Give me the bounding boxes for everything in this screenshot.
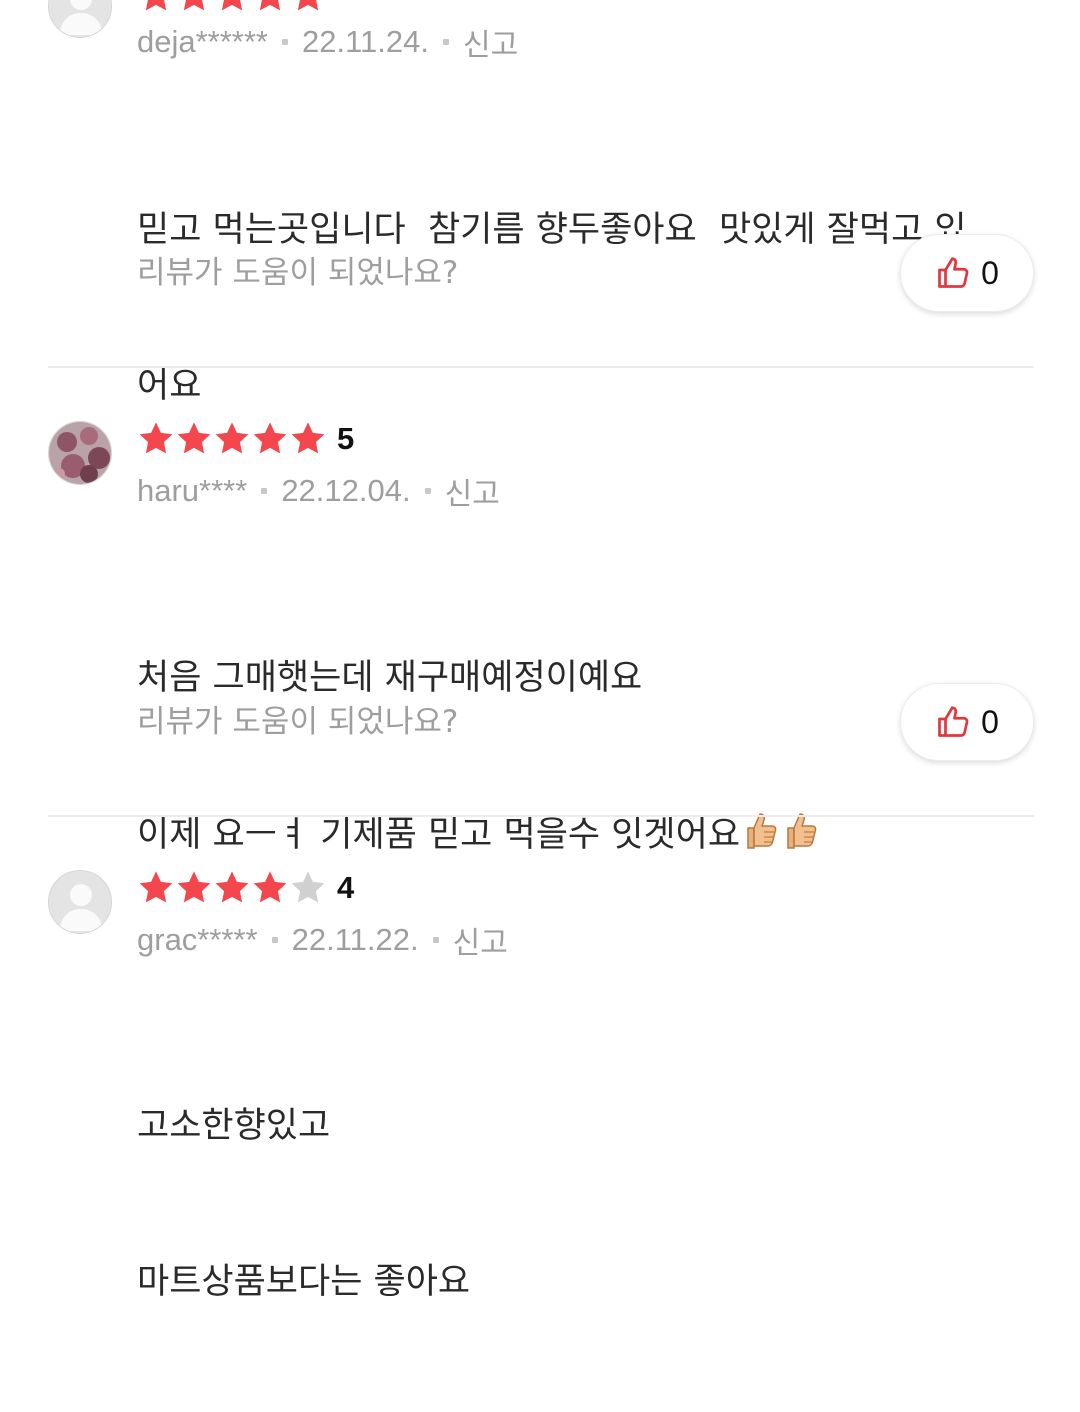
rating-score: 4 bbox=[337, 870, 355, 905]
like-button[interactable]: 0 bbox=[900, 683, 1034, 761]
review-meta: deja****** 22.11.24. 신고 bbox=[137, 20, 518, 64]
star-rating: 5 bbox=[137, 417, 354, 461]
like-button[interactable]: 0 bbox=[900, 234, 1034, 312]
star-filled-icon bbox=[259, 0, 281, 11]
default-avatar-icon bbox=[49, 0, 111, 37]
default-avatar-icon bbox=[49, 871, 111, 933]
star-rating bbox=[137, 0, 327, 18]
like-count: 0 bbox=[981, 254, 999, 291]
star-rating: 4 bbox=[137, 866, 354, 910]
helpful-question: 리뷰가 도움이 되었나요? bbox=[137, 704, 459, 740]
separator-dot bbox=[442, 39, 449, 45]
reviewer-name: haru**** bbox=[137, 473, 248, 508]
star-filled-icon bbox=[215, 422, 249, 454]
rating-score: 5 bbox=[337, 421, 355, 456]
star-filled-icon bbox=[253, 871, 287, 903]
star-empty-icon bbox=[291, 871, 325, 903]
star-filled-icon bbox=[139, 422, 173, 454]
reviewer-name: grac***** bbox=[137, 922, 258, 957]
review-text-line: 고소한향있고 bbox=[137, 1106, 331, 1146]
report-link[interactable]: 신고 bbox=[445, 469, 500, 513]
divider bbox=[48, 366, 1034, 368]
star-filled-icon bbox=[221, 0, 243, 11]
star-filled-icon bbox=[139, 871, 173, 903]
reviewer-name: deja****** bbox=[137, 24, 268, 59]
star-filled-icon bbox=[253, 422, 287, 454]
helpful-question: 리뷰가 도움이 되었나요? bbox=[137, 255, 459, 291]
star-filled-icon bbox=[145, 0, 167, 11]
review-text-line: 믿고 먹는곳입니다 참기름 향두좋아요 맛있게 잘먹고 있 bbox=[137, 210, 967, 250]
review-text-line-content: 이제 요ㅡㅕ 기제품 믿고 먹을수 잇겟어요 bbox=[137, 815, 741, 855]
review-date: 22.12.04. bbox=[281, 473, 411, 508]
star-filled-icon bbox=[291, 422, 325, 454]
review-text-line: 처음 그매햇는데 재구매예정이예요 bbox=[137, 658, 643, 698]
avatar bbox=[48, 0, 112, 38]
report-link[interactable]: 신고 bbox=[453, 918, 508, 962]
star-filled-icon bbox=[177, 422, 211, 454]
review-meta: haru**** 22.12.04. 신고 bbox=[137, 469, 500, 513]
report-link[interactable]: 신고 bbox=[463, 20, 518, 64]
star-filled-icon bbox=[177, 871, 211, 903]
thumbs-up-icon bbox=[938, 706, 969, 737]
separator-dot bbox=[424, 488, 431, 494]
separator-dot bbox=[261, 488, 268, 494]
divider bbox=[48, 815, 1034, 817]
user-photo-avatar bbox=[49, 422, 111, 484]
avatar bbox=[48, 870, 112, 934]
review-date: 22.11.22. bbox=[291, 922, 419, 957]
star-filled-icon bbox=[183, 0, 205, 11]
separator-dot bbox=[432, 937, 439, 943]
review-date: 22.11.24. bbox=[302, 24, 429, 59]
separator-dot bbox=[271, 937, 278, 943]
avatar bbox=[48, 421, 112, 485]
star-filled-icon bbox=[215, 871, 249, 903]
star-filled-icon bbox=[297, 0, 319, 11]
review-meta: grac***** 22.11.22. 신고 bbox=[137, 918, 508, 962]
separator-dot bbox=[282, 39, 288, 45]
review-text: 고소한향있고 마트상품보다는 좋아요 bbox=[137, 996, 1037, 1412]
like-count: 0 bbox=[981, 703, 999, 740]
review-text-line: 마트상품보다는 좋아요 bbox=[137, 1262, 471, 1302]
thumbs-up-icon bbox=[938, 257, 969, 288]
